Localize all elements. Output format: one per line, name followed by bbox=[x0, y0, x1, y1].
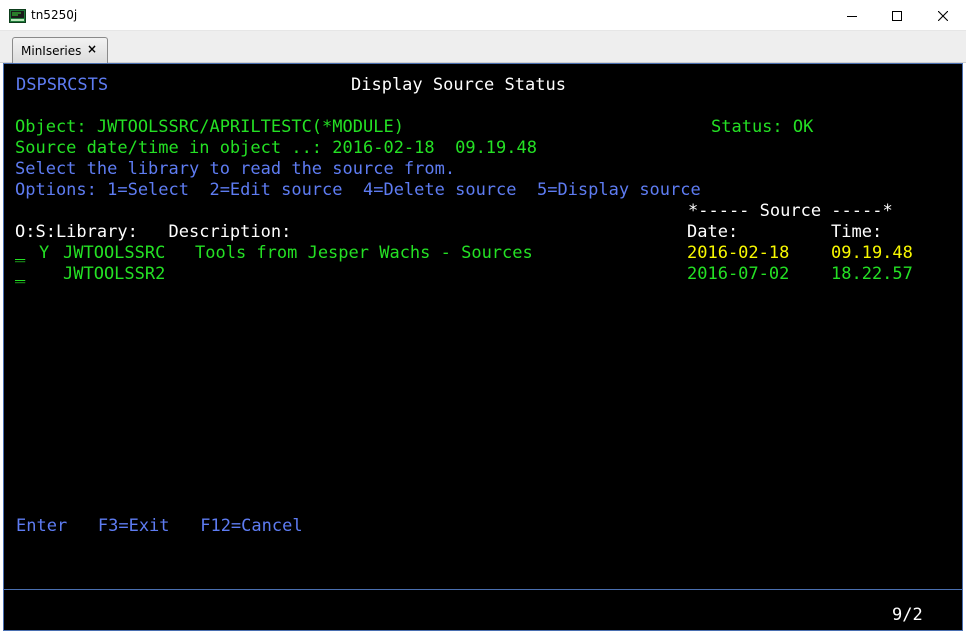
row-1-date: 2016-02-18 bbox=[687, 243, 790, 263]
tab-close-icon[interactable]: × bbox=[87, 42, 97, 56]
column-header-left: O:S:Library: Description: bbox=[15, 222, 292, 242]
row-2-option-input[interactable]: _ bbox=[15, 264, 25, 284]
tn5250j-icon bbox=[9, 8, 26, 23]
row-2-time: 18.22.57 bbox=[831, 264, 913, 284]
options-line: Options: 1=Select 2=Edit source 4=Delete… bbox=[15, 180, 701, 200]
row-2-date: 2016-07-02 bbox=[687, 264, 790, 284]
window-title: tn5250j bbox=[31, 8, 78, 22]
screen-title: Display Source Status bbox=[351, 75, 566, 95]
minimize-button[interactable] bbox=[829, 0, 875, 31]
row-1-library: JWTOOLSSRC bbox=[63, 243, 166, 263]
window-titlebar: tn5250j bbox=[0, 0, 966, 31]
row-1-description: Tools from Jesper Wachs - Sources bbox=[195, 243, 533, 263]
maximize-icon bbox=[892, 10, 902, 21]
column-header-time: Time: bbox=[831, 222, 883, 242]
row-1-time: 09.19.48 bbox=[831, 243, 913, 263]
program-name: DSPSRCSTS bbox=[16, 75, 109, 95]
instruction-line: Select the library to read the source fr… bbox=[15, 159, 456, 179]
session-tab-strip: MinIseries × bbox=[0, 31, 966, 63]
tab-session[interactable]: MinIseries × bbox=[12, 37, 108, 63]
terminal-screen[interactable]: DSPSRCSTS Display Source Status Object: … bbox=[3, 63, 963, 631]
close-icon bbox=[938, 10, 948, 21]
function-keys-line: Enter F3=Exit F12=Cancel bbox=[16, 516, 303, 536]
close-button[interactable] bbox=[920, 0, 966, 31]
source-group-header: *----- Source -----* bbox=[688, 201, 893, 221]
row-1-option-input[interactable]: _ bbox=[15, 243, 25, 263]
object-line: Object: JWTOOLSSRC/APRILTESTC(*MODULE) bbox=[15, 117, 404, 137]
row-1-selected: Y bbox=[39, 243, 50, 263]
source-datetime-line: Source date/time in object ..: 2016-02-1… bbox=[15, 138, 537, 158]
status-separator bbox=[4, 589, 962, 590]
maximize-button[interactable] bbox=[874, 0, 920, 31]
minimize-icon bbox=[847, 15, 857, 17]
tab-label: MinIseries bbox=[21, 44, 82, 58]
column-header-date: Date: bbox=[687, 222, 739, 242]
status-line: Status: OK bbox=[711, 117, 814, 137]
row-2-library: JWTOOLSSR2 bbox=[63, 264, 166, 284]
cursor-position: 9/2 bbox=[892, 605, 923, 625]
